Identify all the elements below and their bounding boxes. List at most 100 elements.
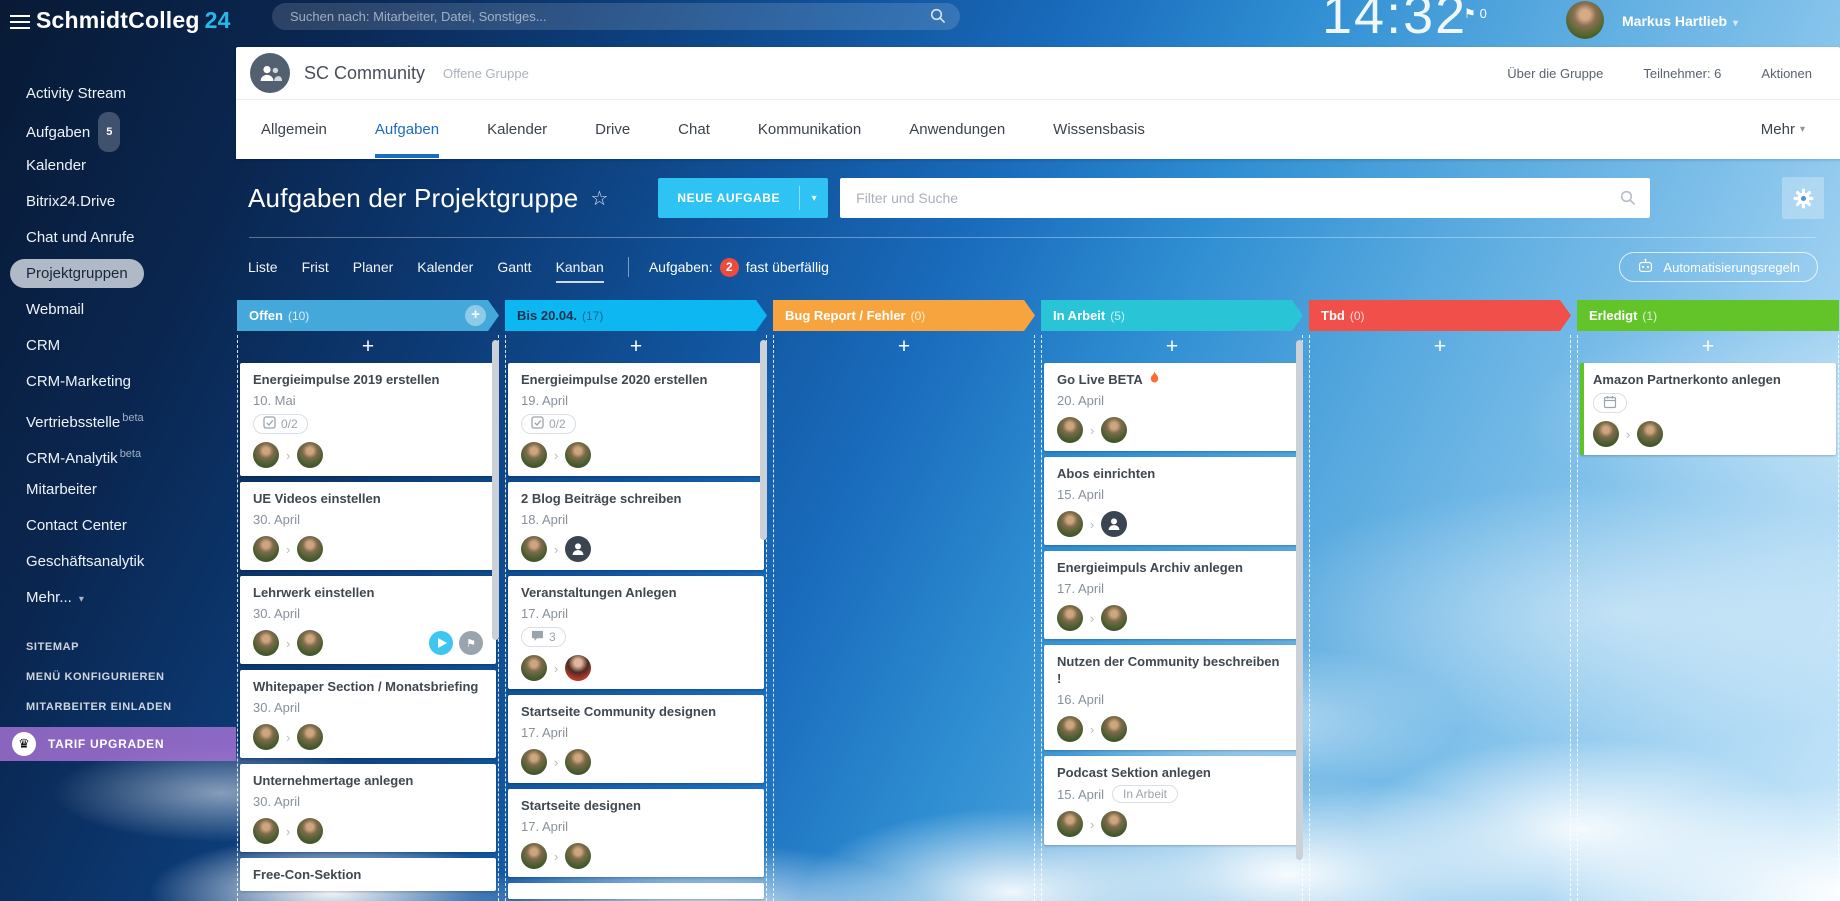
- task-card[interactable]: Whitepaper Section / Monatsbriefing30. A…: [240, 670, 496, 758]
- task-card[interactable]: Lehrwerk einstellen30. April›⚑: [240, 576, 496, 664]
- column-header[interactable]: Bug Report / Fehler(0): [773, 300, 1035, 331]
- tab-wissensbasis[interactable]: Wissensbasis: [1053, 100, 1145, 158]
- assignee-avatar[interactable]: [1101, 605, 1127, 631]
- assignee-avatar[interactable]: [1637, 421, 1663, 447]
- group-link-aktionen[interactable]: Aktionen: [1761, 66, 1812, 81]
- creator-avatar[interactable]: [253, 630, 279, 656]
- group-avatar[interactable]: [250, 53, 290, 93]
- creator-avatar[interactable]: [1057, 716, 1083, 742]
- creator-avatar[interactable]: [1057, 811, 1083, 837]
- sidebar-item-mitarbeiter[interactable]: Mitarbeiter: [0, 472, 236, 508]
- creator-avatar[interactable]: [521, 536, 547, 562]
- sidebar-item-vertriebsstelle[interactable]: Vertriebsstellebeta: [0, 400, 236, 436]
- sidebar-item-crm-marketing[interactable]: CRM-Marketing: [0, 364, 236, 400]
- column-header[interactable]: In Arbeit(5): [1041, 300, 1303, 331]
- assignee-avatar[interactable]: [297, 724, 323, 750]
- tab-kommunikation[interactable]: Kommunikation: [758, 100, 861, 158]
- column-header[interactable]: Erledigt(1): [1577, 300, 1839, 331]
- tab-more[interactable]: Mehr▾: [1761, 100, 1805, 158]
- user-menu[interactable]: Markus Hartlieb▾: [1622, 13, 1738, 29]
- task-card[interactable]: Amazon Partnerkonto anlegen›: [1580, 363, 1836, 455]
- task-card[interactable]: Go Live BETA20. April›: [1044, 363, 1300, 451]
- assignee-avatar[interactable]: [297, 630, 323, 656]
- add-card-button[interactable]: +: [1580, 335, 1836, 359]
- filter-search-input[interactable]: [840, 178, 1650, 218]
- sidebar-item-contact-center[interactable]: Contact Center: [0, 508, 236, 544]
- assignee-avatar[interactable]: [565, 843, 591, 869]
- notification-flag[interactable]: ⚑0: [1464, 6, 1487, 22]
- tab-drive[interactable]: Drive: [595, 100, 630, 158]
- new-task-dropdown[interactable]: ▾: [800, 178, 828, 218]
- creator-avatar[interactable]: [521, 442, 547, 468]
- sidebar-item-mehr[interactable]: Mehr...▾: [0, 580, 236, 616]
- user-avatar[interactable]: [1566, 1, 1604, 39]
- assignee-avatar[interactable]: [565, 442, 591, 468]
- tab-kalender[interactable]: Kalender: [487, 100, 547, 158]
- creator-avatar[interactable]: [521, 843, 547, 869]
- start-task-button[interactable]: [429, 631, 453, 655]
- assignee-avatar[interactable]: [565, 749, 591, 775]
- creator-avatar[interactable]: [253, 818, 279, 844]
- app-logo[interactable]: SchmidtColleg24: [36, 7, 231, 34]
- add-card-button[interactable]: +: [508, 335, 764, 359]
- column-scrollbar[interactable]: [1296, 340, 1303, 860]
- assignee-avatar[interactable]: [1101, 417, 1127, 443]
- creator-avatar[interactable]: [253, 442, 279, 468]
- view-tab-kalender[interactable]: Kalender: [417, 259, 473, 275]
- sidebar-item-webmail[interactable]: Webmail: [0, 292, 236, 328]
- assignee-avatar[interactable]: [1101, 511, 1127, 537]
- new-task-button[interactable]: NEUE AUFGABE ▾: [658, 178, 828, 218]
- sidebar-item-bitrix24-drive[interactable]: Bitrix24.Drive: [0, 184, 236, 220]
- column-header[interactable]: Tbd(0): [1309, 300, 1571, 331]
- task-card[interactable]: Unternehmertage anlegen30. April›: [240, 764, 496, 852]
- task-card[interactable]: Startseite Community designen17. April›: [508, 695, 764, 783]
- settings-gear-button[interactable]: [1782, 177, 1824, 219]
- sidebar-item-activity-stream[interactable]: Activity Stream: [0, 76, 236, 112]
- assignee-avatar[interactable]: [297, 818, 323, 844]
- overdue-count-badge[interactable]: 2: [720, 258, 739, 277]
- task-card[interactable]: Abos einrichten15. April›: [1044, 457, 1300, 545]
- assignee-avatar[interactable]: [565, 536, 591, 562]
- creator-avatar[interactable]: [1057, 605, 1083, 631]
- creator-avatar[interactable]: [521, 749, 547, 775]
- task-card[interactable]: Podcast Sektion anlegen15. AprilIn Arbei…: [1044, 756, 1300, 845]
- add-card-button[interactable]: +: [240, 335, 496, 359]
- group-name[interactable]: SC Community: [304, 63, 425, 84]
- tab-anwendungen[interactable]: Anwendungen: [909, 100, 1005, 158]
- add-card-button[interactable]: +: [1044, 335, 1300, 359]
- tab-allgemein[interactable]: Allgemein: [261, 100, 327, 158]
- creator-avatar[interactable]: [1057, 417, 1083, 443]
- assignee-avatar[interactable]: [565, 655, 591, 681]
- group-link-teilnehmer-6[interactable]: Teilnehmer: 6: [1643, 66, 1721, 81]
- task-card[interactable]: Energieimpulse 2020 erstellen19. April0/…: [508, 363, 764, 476]
- creator-avatar[interactable]: [521, 655, 547, 681]
- sidebar-item-chat-und-anrufe[interactable]: Chat und Anrufe: [0, 220, 236, 256]
- task-card[interactable]: [508, 883, 764, 899]
- add-card-button[interactable]: +: [776, 335, 1032, 359]
- sidebar-item-aufgaben[interactable]: Aufgaben5: [0, 112, 236, 148]
- hamburger-menu-icon[interactable]: [10, 15, 30, 33]
- task-card[interactable]: Startseite designen17. April›: [508, 789, 764, 877]
- task-card[interactable]: Free-Con-Sektion: [240, 858, 496, 891]
- automation-rules-button[interactable]: Automatisierungsregeln: [1619, 252, 1818, 282]
- view-tab-planer[interactable]: Planer: [353, 259, 393, 275]
- sidebar-item-crm-analytik[interactable]: CRM-Analytikbeta: [0, 436, 236, 472]
- flag-task-button[interactable]: ⚑: [459, 631, 483, 655]
- sidebar-item-kalender[interactable]: Kalender: [0, 148, 236, 184]
- column-add-icon[interactable]: +: [465, 305, 486, 326]
- task-card[interactable]: Veranstaltungen Anlegen17. April3›: [508, 576, 764, 689]
- column-header[interactable]: Bis 20.04.(17): [505, 300, 767, 331]
- creator-avatar[interactable]: [1057, 511, 1083, 537]
- add-card-button[interactable]: +: [1312, 335, 1568, 359]
- global-search-input[interactable]: [272, 3, 960, 30]
- creator-avatar[interactable]: [1593, 421, 1619, 447]
- task-card[interactable]: Energieimpulse 2019 erstellen10. Mai0/2›: [240, 363, 496, 476]
- task-card[interactable]: 2 Blog Beiträge schreiben18. April›: [508, 482, 764, 570]
- view-tab-kanban[interactable]: Kanban: [556, 259, 604, 275]
- assignee-avatar[interactable]: [1101, 811, 1127, 837]
- group-link-ber-die-gruppe[interactable]: Über die Gruppe: [1507, 66, 1603, 81]
- sidebar-footer-link-mitarbeiter-einladen[interactable]: MITARBEITER EINLADEN: [0, 692, 236, 722]
- column-scrollbar[interactable]: [760, 340, 767, 540]
- task-card[interactable]: UE Videos einstellen30. April›: [240, 482, 496, 570]
- sidebar-footer-link-sitemap[interactable]: SITEMAP: [0, 632, 236, 662]
